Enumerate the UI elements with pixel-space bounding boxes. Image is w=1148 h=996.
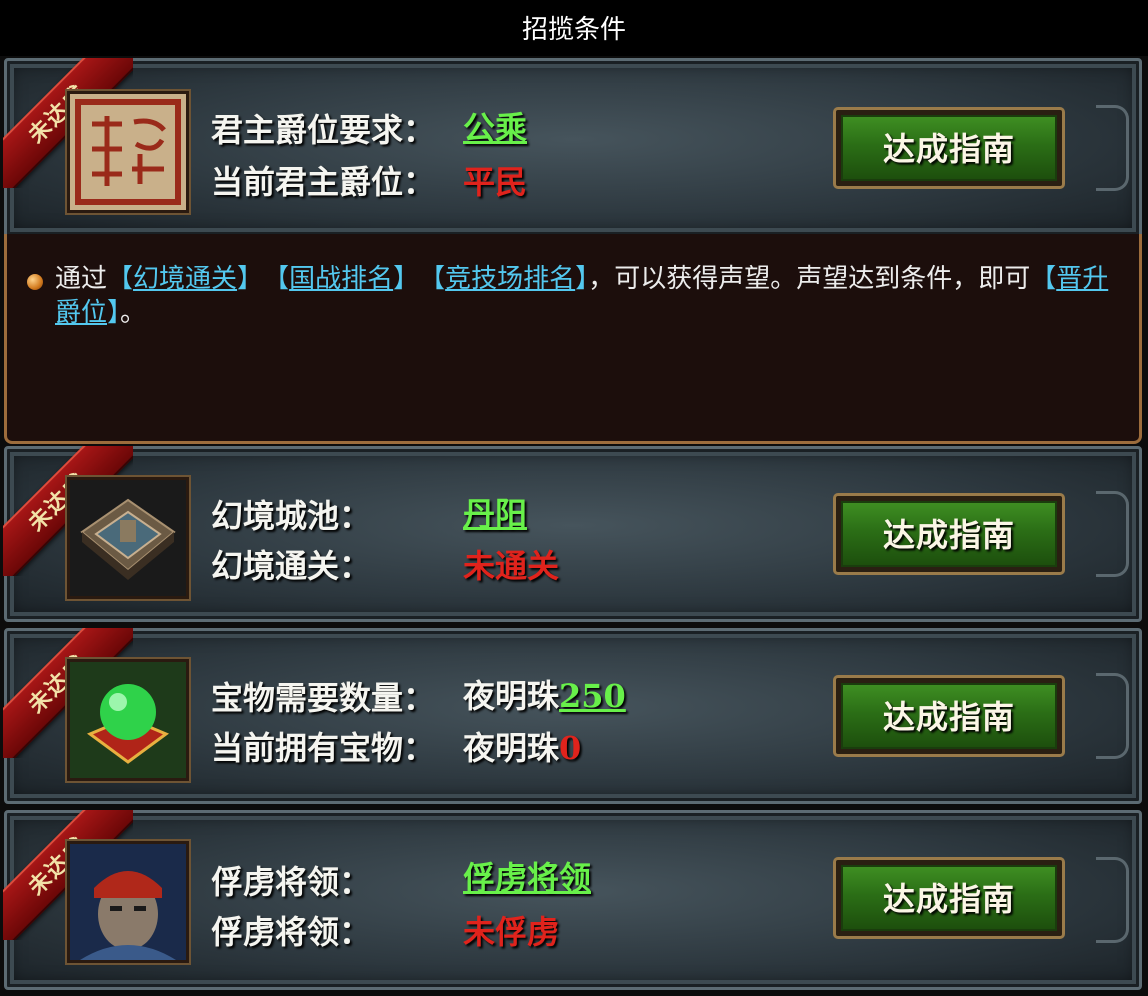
guide-button-label: 达成指南 — [841, 501, 1057, 567]
rank-required-label: 君主爵位要求： — [211, 111, 436, 149]
seal-stamp-icon — [65, 89, 191, 215]
bullet-icon — [27, 274, 43, 290]
captive-general-required-value[interactable]: 俘虏将领 — [463, 853, 591, 899]
illusion-clear-value: 未通关 — [463, 547, 560, 585]
link-nation-war-rank[interactable]: 【国战排名】 — [276, 264, 406, 294]
captive-general-status-label: 俘虏将领： — [211, 913, 372, 951]
guide-button-label: 达成指南 — [841, 683, 1057, 749]
current-rank-label: 当前君主爵位： — [211, 163, 436, 201]
illusion-clear-label: 幻境通关： — [211, 547, 372, 585]
captive-general-panel: 未达成 俘虏将领： 俘虏将领 俘虏将领： 未俘虏 达成指南 — [3, 810, 1142, 990]
reputation-description: 通过【幻境通关】 【国战排名】 【竞技场排名】，可以获得声望。声望达到条件，即可… — [4, 234, 1142, 444]
treasure-guide-button[interactable]: 达成指南 — [833, 675, 1065, 757]
panel-frame-ornament — [1096, 105, 1129, 191]
rank-requirement-panel: 未达成 君主爵位要求： 公乘 当前君主爵位： 平民 达成指南 — [3, 58, 1142, 238]
desc-middle: ，可以获得声望。声望达到条件，即可 — [588, 264, 1031, 294]
rank-required-value[interactable]: 公乘 — [463, 103, 527, 149]
general-portrait-icon — [65, 839, 191, 965]
panel-frame-ornament — [1096, 491, 1129, 577]
guide-button-label: 达成指南 — [841, 115, 1057, 181]
illusion-city-value[interactable]: 丹阳 — [463, 489, 527, 535]
captive-general-status-value: 未俘虏 — [463, 913, 560, 951]
captive-guide-button[interactable]: 达成指南 — [833, 857, 1065, 939]
treasure-required-value: 夜明珠250 — [463, 677, 626, 715]
panel-frame-ornament — [1096, 857, 1129, 943]
description-text: 通过【幻境通关】 【国战排名】 【竞技场排名】，可以获得声望。声望达到条件，即可… — [55, 262, 1125, 330]
treasure-owned-label: 当前拥有宝物： — [211, 729, 436, 767]
illusion-city-label: 幻境城池： — [211, 497, 372, 535]
illusion-city-panel: 未达成 幻境城池： 丹阳 幻境通关： 未通关 达成指南 — [3, 446, 1142, 622]
current-rank-value: 平民 — [463, 163, 528, 201]
illusion-guide-button[interactable]: 达成指南 — [833, 493, 1065, 575]
guide-button-label: 达成指南 — [841, 865, 1057, 931]
link-illusion-clear[interactable]: 【幻境通关】 — [107, 264, 250, 294]
rank-guide-button[interactable]: 达成指南 — [833, 107, 1065, 189]
desc-end: 。 — [120, 298, 147, 328]
captive-general-label: 俘虏将领： — [211, 863, 372, 901]
treasure-panel: 未达成 宝物需要数量： 夜明珠250 当前拥有宝物： 夜明珠0 达成指南 — [3, 628, 1142, 804]
window-title: 招揽条件 — [0, 0, 1148, 56]
fortress-city-icon — [65, 475, 191, 601]
desc-lead: 通过 — [55, 264, 108, 294]
night-pearl-icon — [65, 657, 191, 783]
panel-frame-ornament — [1096, 673, 1129, 759]
treasure-required-label: 宝物需要数量： — [211, 679, 436, 717]
treasure-owned-value: 夜明珠0 — [463, 729, 582, 767]
link-arena-rank[interactable]: 【竞技场排名】 — [432, 264, 588, 294]
